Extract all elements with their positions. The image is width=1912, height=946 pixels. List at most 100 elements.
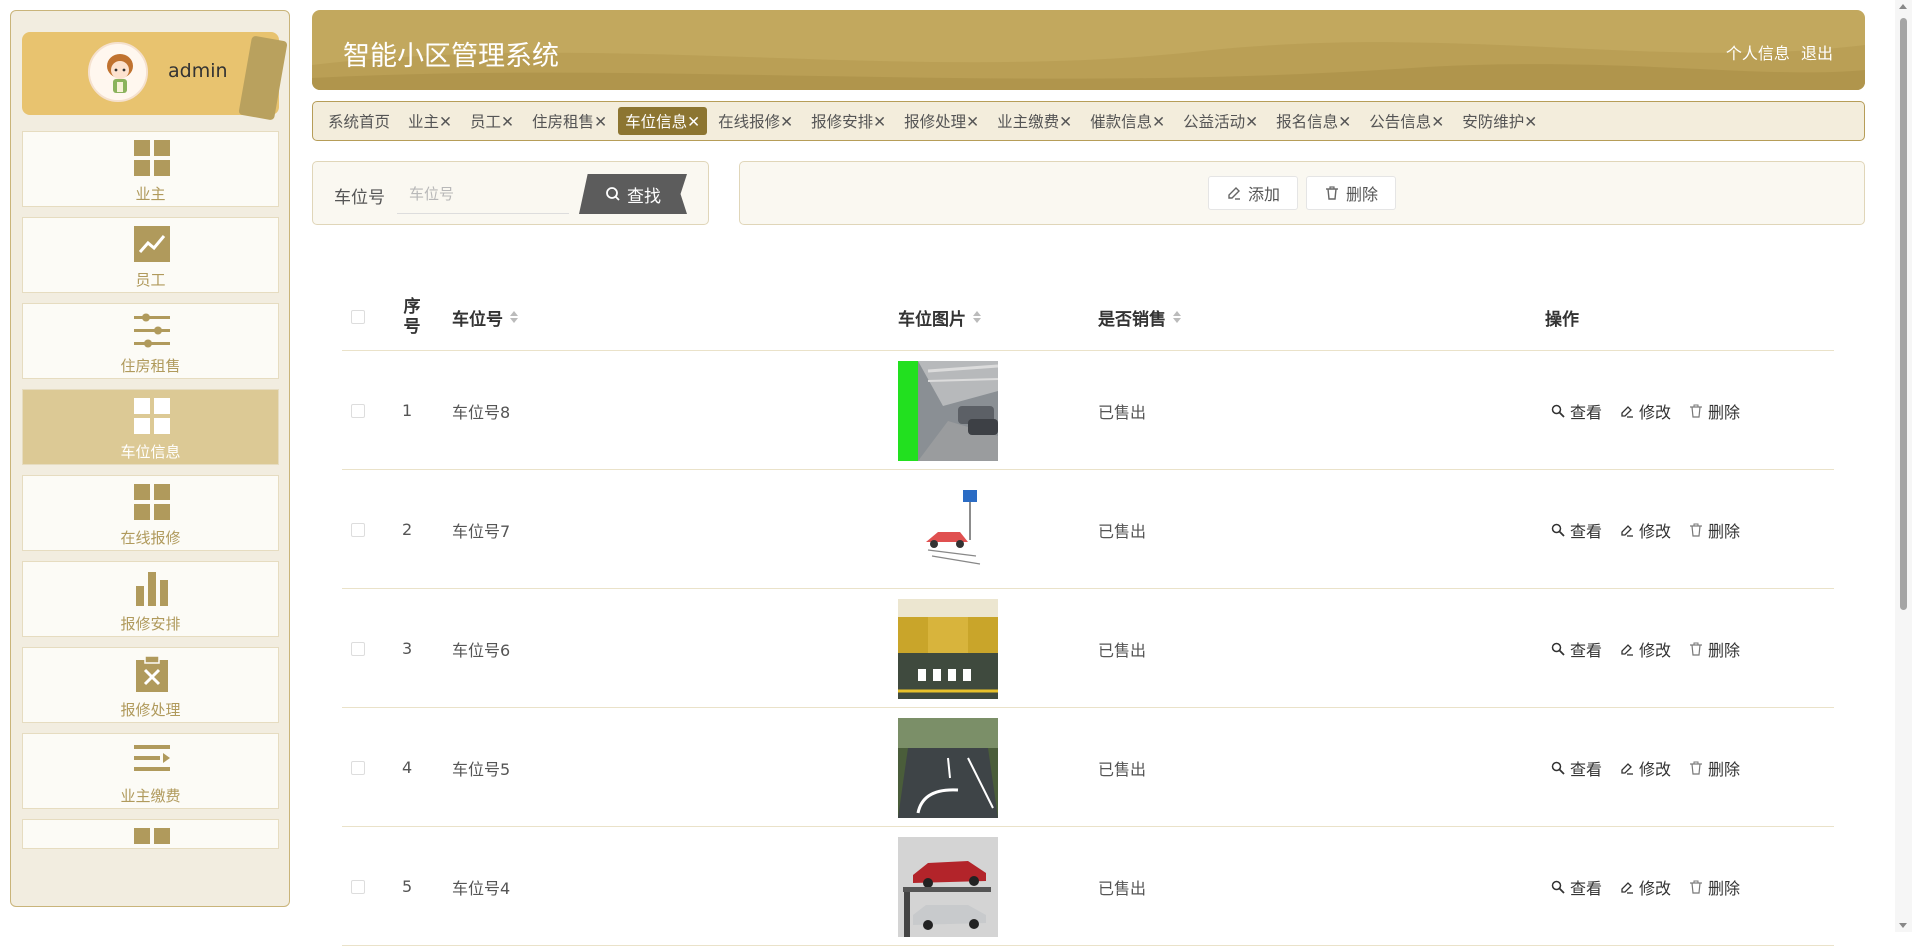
scroll-up-icon[interactable] [1899,4,1907,9]
select-all-checkbox[interactable] [351,283,365,351]
trash-icon [1690,404,1703,418]
row-image[interactable] [898,470,998,589]
logout-link[interactable]: 退出 [1801,44,1833,63]
row-image[interactable] [898,708,998,827]
scrollbar-thumb[interactable] [1900,18,1907,610]
col-index: 序号 [403,297,421,337]
sidebar-item-owner[interactable]: 业主 [22,131,279,207]
delete-button[interactable]: 删除 [1689,756,1740,780]
edit-button[interactable]: 修改 [1620,518,1671,542]
add-button-label: 添加 [1247,185,1280,204]
row-image[interactable] [898,589,998,708]
close-icon: ✕ [594,113,608,131]
sort-icon [509,310,519,324]
row-image[interactable] [898,351,998,470]
row-checkbox[interactable] [351,827,365,946]
close-icon: ✕ [501,113,515,131]
delete-button[interactable]: 删除 [1689,399,1740,423]
view-button[interactable]: 查看 [1551,637,1602,661]
row-checkbox[interactable] [351,708,365,827]
delete-button[interactable]: 删除 [1689,875,1740,899]
search-icon [1551,761,1565,775]
close-icon: ✕ [1524,113,1538,131]
decorative-fold [238,35,288,121]
col-image[interactable]: 车位图片 [898,283,982,351]
close-icon: ✕ [1338,113,1352,131]
tab-staff[interactable]: 员工✕ [463,107,521,135]
scroll-down-icon[interactable] [1899,923,1907,928]
row-checkbox[interactable] [351,351,365,470]
col-sold[interactable]: 是否销售 [1098,283,1182,351]
tab-housing[interactable]: 住房租售✕ [525,107,614,135]
sidebar-item-more[interactable] [22,819,279,849]
tab-reminder[interactable]: 催款信息✕ [1083,107,1172,135]
avatar[interactable] [88,42,148,102]
tab-notice[interactable]: 公告信息✕ [1362,107,1451,135]
sidebar-item-repair-schedule[interactable]: 报修安排 [22,561,279,637]
tab-parking[interactable]: 车位信息✕ [618,107,708,135]
tab-home[interactable]: 系统首页 [321,107,397,135]
search-icon [1551,642,1565,656]
row-image[interactable] [898,827,998,946]
sidebar-item-payment[interactable]: 业主缴费 [22,733,279,809]
search-input[interactable] [397,174,569,214]
edit-button[interactable]: 修改 [1620,875,1671,899]
close-icon: ✕ [687,113,701,131]
row-index: 5 [402,877,413,896]
row-actions: 查看 修改 删除 [1551,708,1758,827]
view-button[interactable]: 查看 [1551,756,1602,780]
grid-icon [134,484,170,520]
row-sold: 已售出 [1098,521,1147,541]
sidebar-item-label: 车位信息 [120,443,181,461]
tab-online-repair[interactable]: 在线报修✕ [711,107,800,135]
view-button[interactable]: 查看 [1551,875,1602,899]
view-button[interactable]: 查看 [1551,399,1602,423]
edit-button[interactable]: 修改 [1620,756,1671,780]
row-checkbox[interactable] [351,589,365,708]
tab-payment[interactable]: 业主缴费✕ [990,107,1079,135]
parking-cartoon [898,479,998,580]
search-button[interactable]: 查找 [579,174,687,214]
table-row: 1 车位号8 已售出 查看 修改 删除 [342,351,1834,470]
sidebar-item-repair-handling[interactable]: 报修处理 [22,647,279,723]
edit-icon [1621,881,1634,894]
tab-owner[interactable]: 业主✕ [401,107,459,135]
sidebar-item-repair[interactable]: 在线报修 [22,475,279,551]
bar-chart-icon [136,572,168,606]
edit-button[interactable]: 修改 [1620,637,1671,661]
edit-icon [1228,187,1240,200]
edit-icon [1621,524,1634,537]
page-scrollbar[interactable] [1895,0,1912,932]
profile-link[interactable]: 个人信息 [1726,44,1790,63]
tab-charity[interactable]: 公益活动✕ [1176,107,1265,135]
view-button[interactable]: 查看 [1551,518,1602,542]
row-actions: 查看 修改 删除 [1551,589,1758,708]
row-space-no: 车位号5 [452,759,511,779]
row-sold: 已售出 [1098,878,1147,898]
close-icon: ✕ [966,113,980,131]
table-row: 3 车位号6 已售出 查看 修改 删除 [342,589,1834,708]
sidebar-item-staff[interactable]: 员工 [22,217,279,293]
sidebar-item-parking[interactable]: 车位信息 [22,389,279,465]
sidebar-item-label: 报修处理 [120,701,181,719]
row-sold: 已售出 [1098,402,1147,422]
delete-button[interactable]: 删除 [1689,637,1740,661]
list-icon [134,745,170,771]
search-button-label: 查找 [627,186,661,207]
tab-signup[interactable]: 报名信息✕ [1269,107,1358,135]
col-space-no[interactable]: 车位号 [452,283,519,351]
edit-button[interactable]: 修改 [1620,399,1671,423]
row-checkbox[interactable] [351,470,365,589]
sidebar-item-housing[interactable]: 住房租售 [22,303,279,379]
action-panel: 添加 删除 [739,161,1865,225]
sidebar-item-label: 报修安排 [120,615,181,633]
delete-button[interactable]: 删除 [1689,518,1740,542]
tab-repair-handling[interactable]: 报修处理✕ [897,107,986,135]
batch-delete-button[interactable]: 删除 [1306,176,1396,210]
tab-repair-schedule[interactable]: 报修安排✕ [804,107,893,135]
trash-icon [1690,642,1703,656]
tab-security[interactable]: 安防维护✕ [1455,107,1544,135]
add-button[interactable]: 添加 [1208,176,1298,210]
col-ops: 操作 [1545,309,1579,330]
sidebar-item-label: 业主缴费 [120,787,181,805]
